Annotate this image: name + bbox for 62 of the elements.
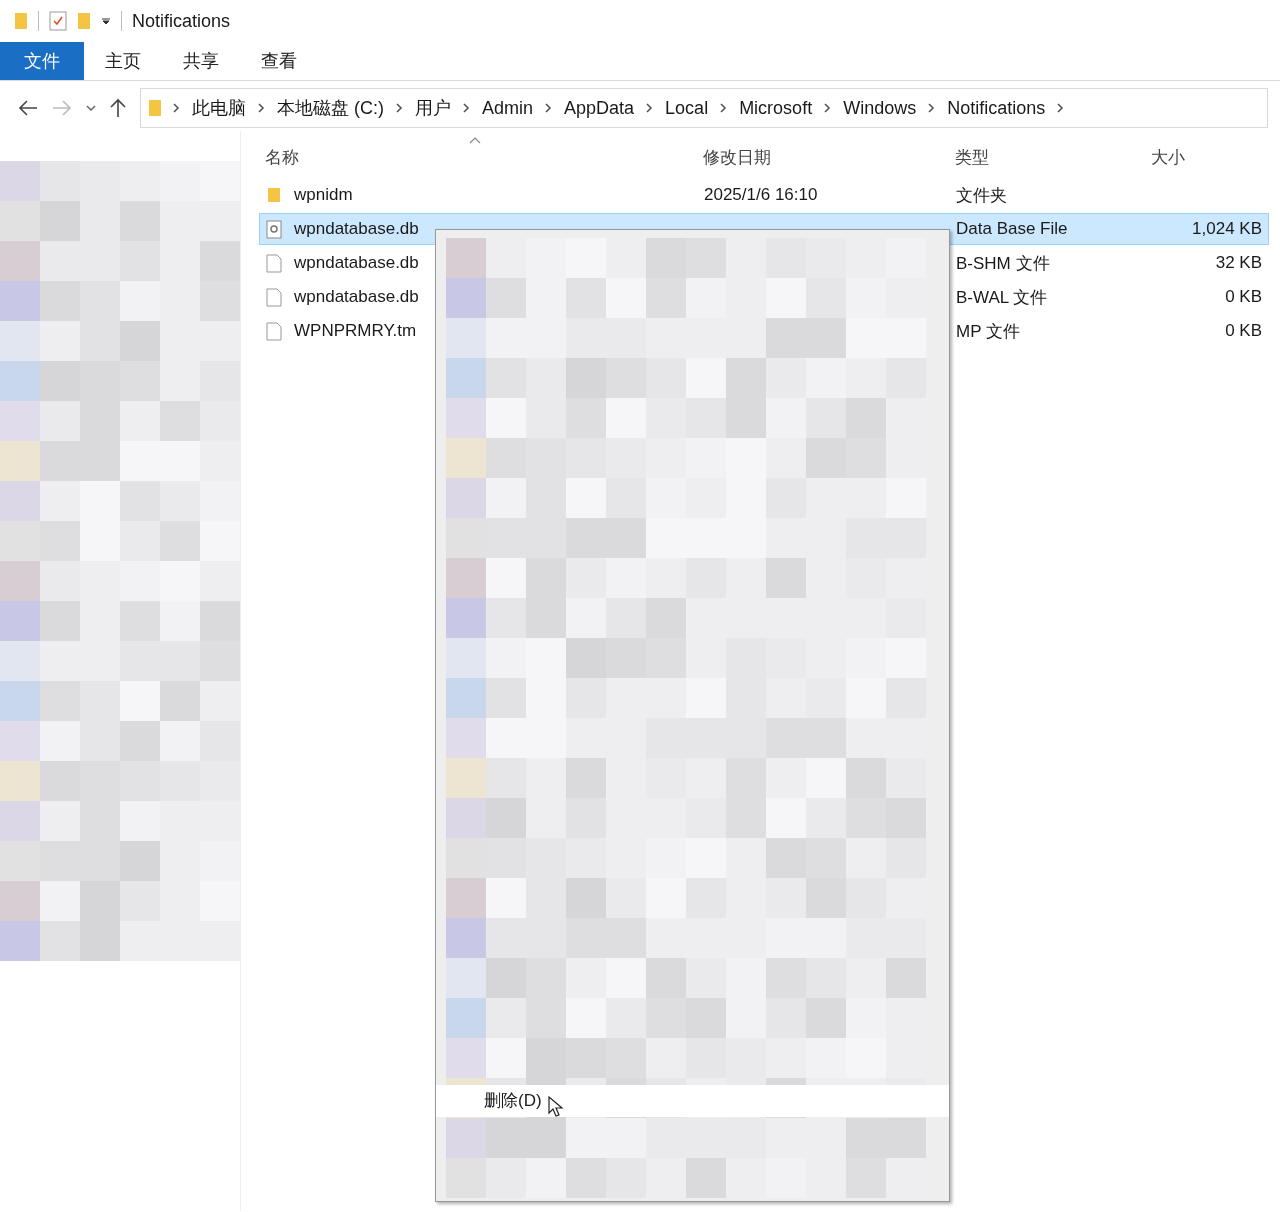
chevron-right-icon[interactable] bbox=[173, 103, 180, 113]
dropdown-caret-icon[interactable] bbox=[101, 17, 111, 25]
file-type: 文件夹 bbox=[956, 185, 1007, 205]
breadcrumb-item[interactable]: 用户 bbox=[415, 96, 451, 120]
file-type: MP 文件 bbox=[956, 321, 1020, 341]
ribbon-tab[interactable]: 主页 bbox=[84, 42, 162, 80]
breadcrumb-item[interactable]: Admin bbox=[482, 97, 534, 119]
checkmark-document-icon[interactable] bbox=[49, 11, 67, 31]
ribbon-tab[interactable]: 文件 bbox=[0, 42, 84, 80]
file-icon bbox=[266, 287, 282, 307]
file-row[interactable]: WPNPRMRY.tm MP 文件 0 KB bbox=[259, 315, 1269, 347]
file-name: wpndatabase.db bbox=[294, 287, 419, 307]
file-icon bbox=[266, 253, 282, 273]
mouse-pointer-icon bbox=[548, 1096, 564, 1118]
folder-icon bbox=[149, 99, 161, 117]
menu-item[interactable]: 删除(D) bbox=[436, 1085, 949, 1117]
file-type: B-SHM 文件 bbox=[956, 253, 1050, 273]
file-name: wpnidm bbox=[294, 185, 353, 205]
file-size: 1,024 KB bbox=[1192, 219, 1262, 238]
chevron-right-icon[interactable] bbox=[928, 103, 936, 113]
file-name: wpndatabase.db bbox=[294, 253, 419, 273]
chevron-right-icon[interactable] bbox=[463, 103, 470, 113]
address-bar[interactable]: 此电脑 本地磁盘 (C:) 用户 Admin AppData Local Microsoft Windows Notifications bbox=[140, 88, 1268, 128]
breadcrumb-item[interactable]: AppData bbox=[564, 97, 635, 119]
breadcrumb-item[interactable]: Notifications bbox=[947, 97, 1046, 119]
file-size: 32 KB bbox=[1215, 253, 1262, 272]
ribbon-tab[interactable]: 查看 bbox=[240, 42, 318, 80]
window-title: Notifications bbox=[132, 10, 231, 32]
file-icon bbox=[266, 321, 282, 341]
chevron-right-icon[interactable] bbox=[720, 103, 728, 113]
file-size: 0 KB bbox=[1225, 321, 1262, 340]
breadcrumb-item[interactable]: Local bbox=[665, 97, 709, 119]
breadcrumb-item[interactable]: Windows bbox=[843, 97, 917, 119]
modified-date: 2025/1/6 16:10 bbox=[704, 185, 818, 204]
file-row[interactable]: wpndatabase.db B-WAL 文件 0 KB bbox=[259, 281, 1269, 313]
file-type: B-WAL 文件 bbox=[956, 287, 1048, 307]
column-header[interactable]: 类型 bbox=[955, 145, 1143, 169]
chevron-right-icon[interactable] bbox=[396, 103, 403, 113]
file-size: 0 KB bbox=[1225, 287, 1262, 306]
file-type: Data Base File bbox=[956, 219, 1068, 238]
breadcrumb-item[interactable]: 本地磁盘 (C:) bbox=[277, 96, 384, 120]
ribbon-tab[interactable]: 共享 bbox=[162, 42, 240, 80]
column-header[interactable]: 大小 bbox=[1143, 145, 1269, 169]
file-row[interactable]: wpndatabase.db B-SHM 文件 32 KB bbox=[259, 247, 1269, 279]
file-name: WPNPRMRY.tm bbox=[294, 321, 417, 341]
back-arrow-icon[interactable] bbox=[18, 100, 38, 116]
file-row[interactable]: wpnidm 2025/1/6 16:10 文件夹 bbox=[259, 179, 1269, 211]
column-header[interactable]: 名称 bbox=[259, 145, 703, 169]
chevron-right-icon[interactable] bbox=[545, 103, 553, 113]
chevron-right-icon[interactable] bbox=[258, 103, 265, 113]
file-name: wpndatabase.db bbox=[294, 219, 419, 239]
chevron-down-icon[interactable] bbox=[86, 105, 96, 111]
column-header[interactable]: 修改日期 bbox=[703, 145, 955, 169]
chevron-right-icon[interactable] bbox=[824, 103, 832, 113]
breadcrumb-item[interactable]: Microsoft bbox=[739, 97, 813, 119]
sort-caret-icon[interactable] bbox=[469, 137, 481, 144]
chevron-right-icon[interactable] bbox=[646, 103, 654, 113]
chevron-right-icon[interactable] bbox=[1057, 103, 1065, 113]
breadcrumb-item[interactable]: 此电脑 bbox=[192, 96, 246, 120]
database-file-icon bbox=[266, 219, 282, 239]
up-arrow-icon[interactable] bbox=[110, 98, 126, 118]
folder-icon bbox=[266, 187, 282, 203]
